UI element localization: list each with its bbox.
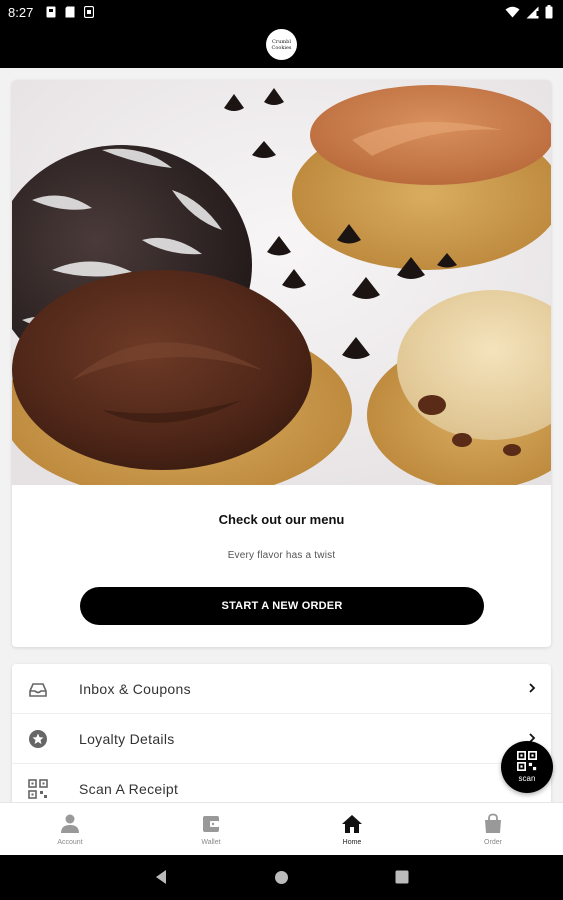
start-new-order-button[interactable]: START A NEW ORDER — [80, 587, 484, 625]
back-icon[interactable] — [154, 869, 168, 885]
menu-card: Check out our menu Every flavor has a tw… — [12, 80, 551, 647]
android-nav-bar — [0, 855, 563, 900]
bottom-nav: Account Wallet Home Order — [0, 802, 563, 855]
list-item-label: Loyalty Details — [79, 731, 175, 747]
nav-order[interactable]: Order — [423, 803, 563, 856]
qr-code-icon — [28, 779, 48, 799]
nav-wallet[interactable]: Wallet — [141, 803, 281, 856]
nav-label: Wallet — [201, 839, 221, 846]
hero-image — [12, 80, 551, 485]
inbox-icon — [29, 683, 47, 697]
recents-icon[interactable] — [395, 870, 409, 884]
status-bar: 8:27 — [0, 0, 563, 26]
nav-label: Home — [342, 839, 362, 846]
sim-icon — [84, 6, 94, 18]
star-badge-icon — [29, 730, 47, 748]
shopping-bag-icon — [485, 813, 501, 833]
list-item-label: Inbox & Coupons — [79, 681, 191, 697]
list-item-scan-receipt[interactable]: Scan A Receipt — [12, 764, 551, 802]
notification-icon — [46, 6, 56, 18]
scan-fab-button[interactable]: scan — [501, 741, 553, 793]
wifi-icon — [505, 6, 520, 18]
logo-text: Crumbl Cookies — [271, 38, 292, 51]
nav-home[interactable]: Home — [282, 803, 422, 856]
chevron-right-icon — [529, 683, 536, 693]
person-icon — [61, 814, 79, 833]
main-content[interactable]: Check out our menu Every flavor has a tw… — [0, 68, 563, 802]
cookies-photo — [12, 80, 551, 485]
card-icon — [65, 6, 75, 18]
qr-code-icon — [517, 751, 537, 771]
list-item-loyalty[interactable]: Loyalty Details — [12, 714, 551, 764]
nav-label: Account — [57, 839, 83, 846]
status-time: 8:27 — [8, 5, 34, 20]
nav-label: Order — [484, 839, 502, 846]
home-icon — [342, 815, 362, 833]
options-list: Inbox & Coupons Loyalty Details Scan A R… — [12, 664, 551, 802]
menu-title: Check out our menu — [218, 512, 345, 527]
home-circle-icon[interactable] — [274, 870, 289, 885]
app-header: Crumbl Cookies — [0, 26, 563, 68]
list-item-label: Scan A Receipt — [79, 781, 179, 797]
status-right-icons — [505, 5, 553, 19]
scan-fab-label: scan — [518, 774, 536, 783]
list-item-inbox[interactable]: Inbox & Coupons — [12, 664, 551, 714]
menu-subtitle: Every flavor has a twist — [227, 550, 336, 561]
status-left-icons — [46, 6, 94, 18]
nav-account[interactable]: Account — [0, 803, 140, 856]
wallet-icon — [203, 816, 219, 832]
battery-icon — [545, 5, 553, 19]
brand-logo-icon[interactable]: Crumbl Cookies — [266, 29, 297, 60]
signal-icon — [526, 6, 539, 18]
